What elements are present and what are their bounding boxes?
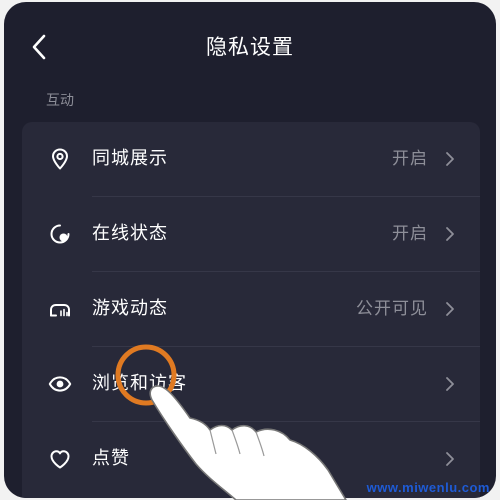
page-title: 隐私设置 — [206, 35, 294, 59]
setting-row-views-and-visitors[interactable]: 浏览和访客 — [22, 347, 480, 422]
location-pin-icon — [52, 148, 68, 170]
setting-label: 同城展示 — [92, 148, 168, 169]
gamepad-icon — [50, 304, 70, 317]
chevron-right-icon — [446, 302, 454, 316]
setting-value: 公开可见 — [356, 299, 428, 319]
setting-label: 游戏动态 — [92, 298, 168, 319]
setting-label: 浏览和访客 — [92, 373, 187, 394]
setting-label: 点赞 — [92, 448, 130, 469]
watermark: www.miwenlu.com — [366, 480, 490, 495]
setting-row-online-status[interactable]: 在线状态 开启 — [22, 197, 480, 272]
online-status-icon — [50, 224, 70, 244]
heart-icon — [50, 450, 70, 469]
phone-screen: 隐私设置 互动 同城展示 开启 在线状态 开启 游戏动态 公开可见 浏览和访客 … — [4, 2, 496, 498]
chevron-right-icon — [446, 377, 454, 391]
eye-icon — [48, 376, 72, 392]
setting-label: 在线状态 — [92, 223, 168, 244]
settings-card: 同城展示 开启 在线状态 开启 游戏动态 公开可见 浏览和访客 点赞 — [22, 122, 480, 498]
setting-row-local-display[interactable]: 同城展示 开启 — [22, 122, 480, 197]
setting-value: 开启 — [392, 149, 428, 169]
chevron-right-icon — [446, 227, 454, 241]
section-label-interaction: 互动 — [46, 93, 74, 109]
setting-value: 开启 — [392, 224, 428, 244]
chevron-right-icon — [446, 452, 454, 466]
chevron-right-icon — [446, 152, 454, 166]
setting-row-game-activity[interactable]: 游戏动态 公开可见 — [22, 272, 480, 347]
